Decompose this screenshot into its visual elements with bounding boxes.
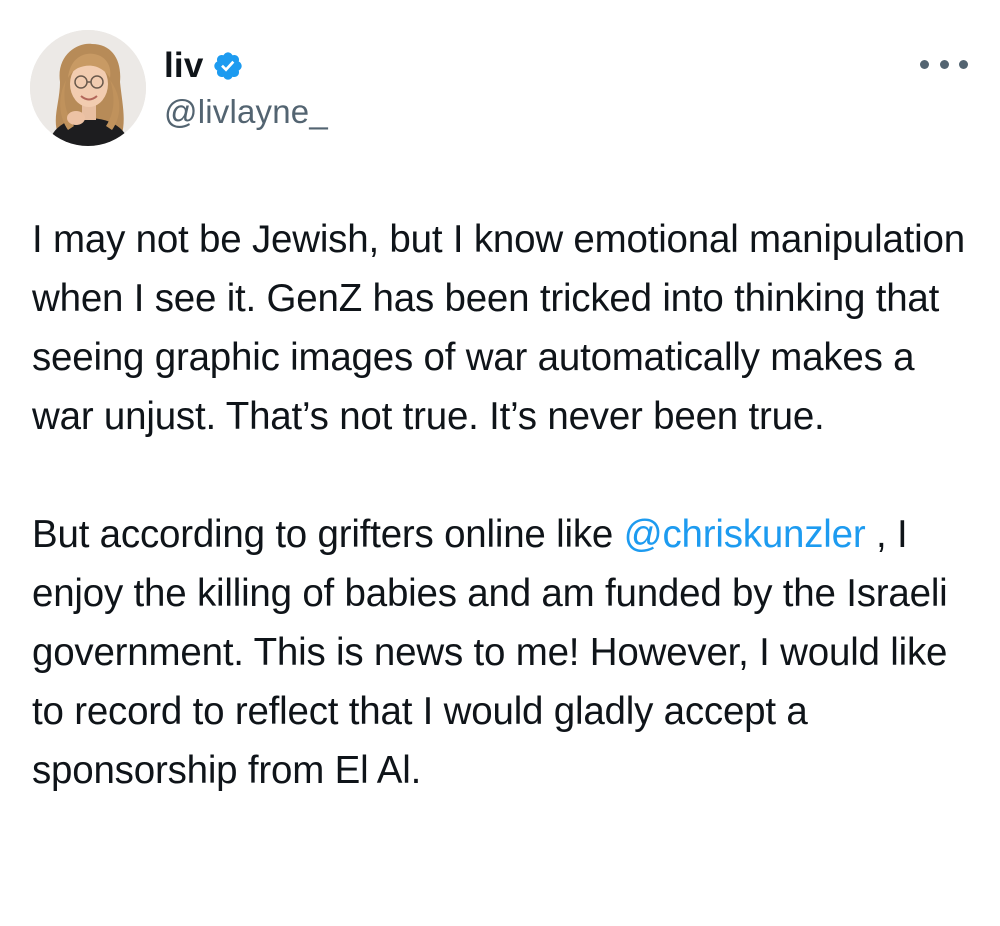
- verified-badge-icon: [212, 50, 244, 82]
- author-name-row: liv: [164, 44, 244, 88]
- mention-link[interactable]: @chriskunzler: [624, 513, 866, 556]
- tweet-text: I may not be Jewish, but I know emotiona…: [32, 210, 977, 800]
- author-handle[interactable]: @livlayne_: [164, 93, 328, 131]
- author-display-name[interactable]: liv: [164, 46, 204, 86]
- avatar[interactable]: [30, 30, 146, 146]
- avatar-portrait-image: [30, 30, 146, 146]
- tweet-paragraph-2-lead: But according to grifters online like: [32, 513, 624, 556]
- more-horizontal-icon[interactable]: [920, 50, 968, 78]
- more-dot: [920, 59, 929, 69]
- more-dot: [959, 59, 968, 69]
- tweet-paragraph-1: I may not be Jewish, but I know emotiona…: [32, 218, 965, 438]
- tweet-paragraph-2: But according to grifters online like @c…: [32, 505, 977, 800]
- more-dot: [939, 59, 949, 69]
- tweet: liv @livlayne_ I may not be Jewish, but …: [0, 0, 1000, 926]
